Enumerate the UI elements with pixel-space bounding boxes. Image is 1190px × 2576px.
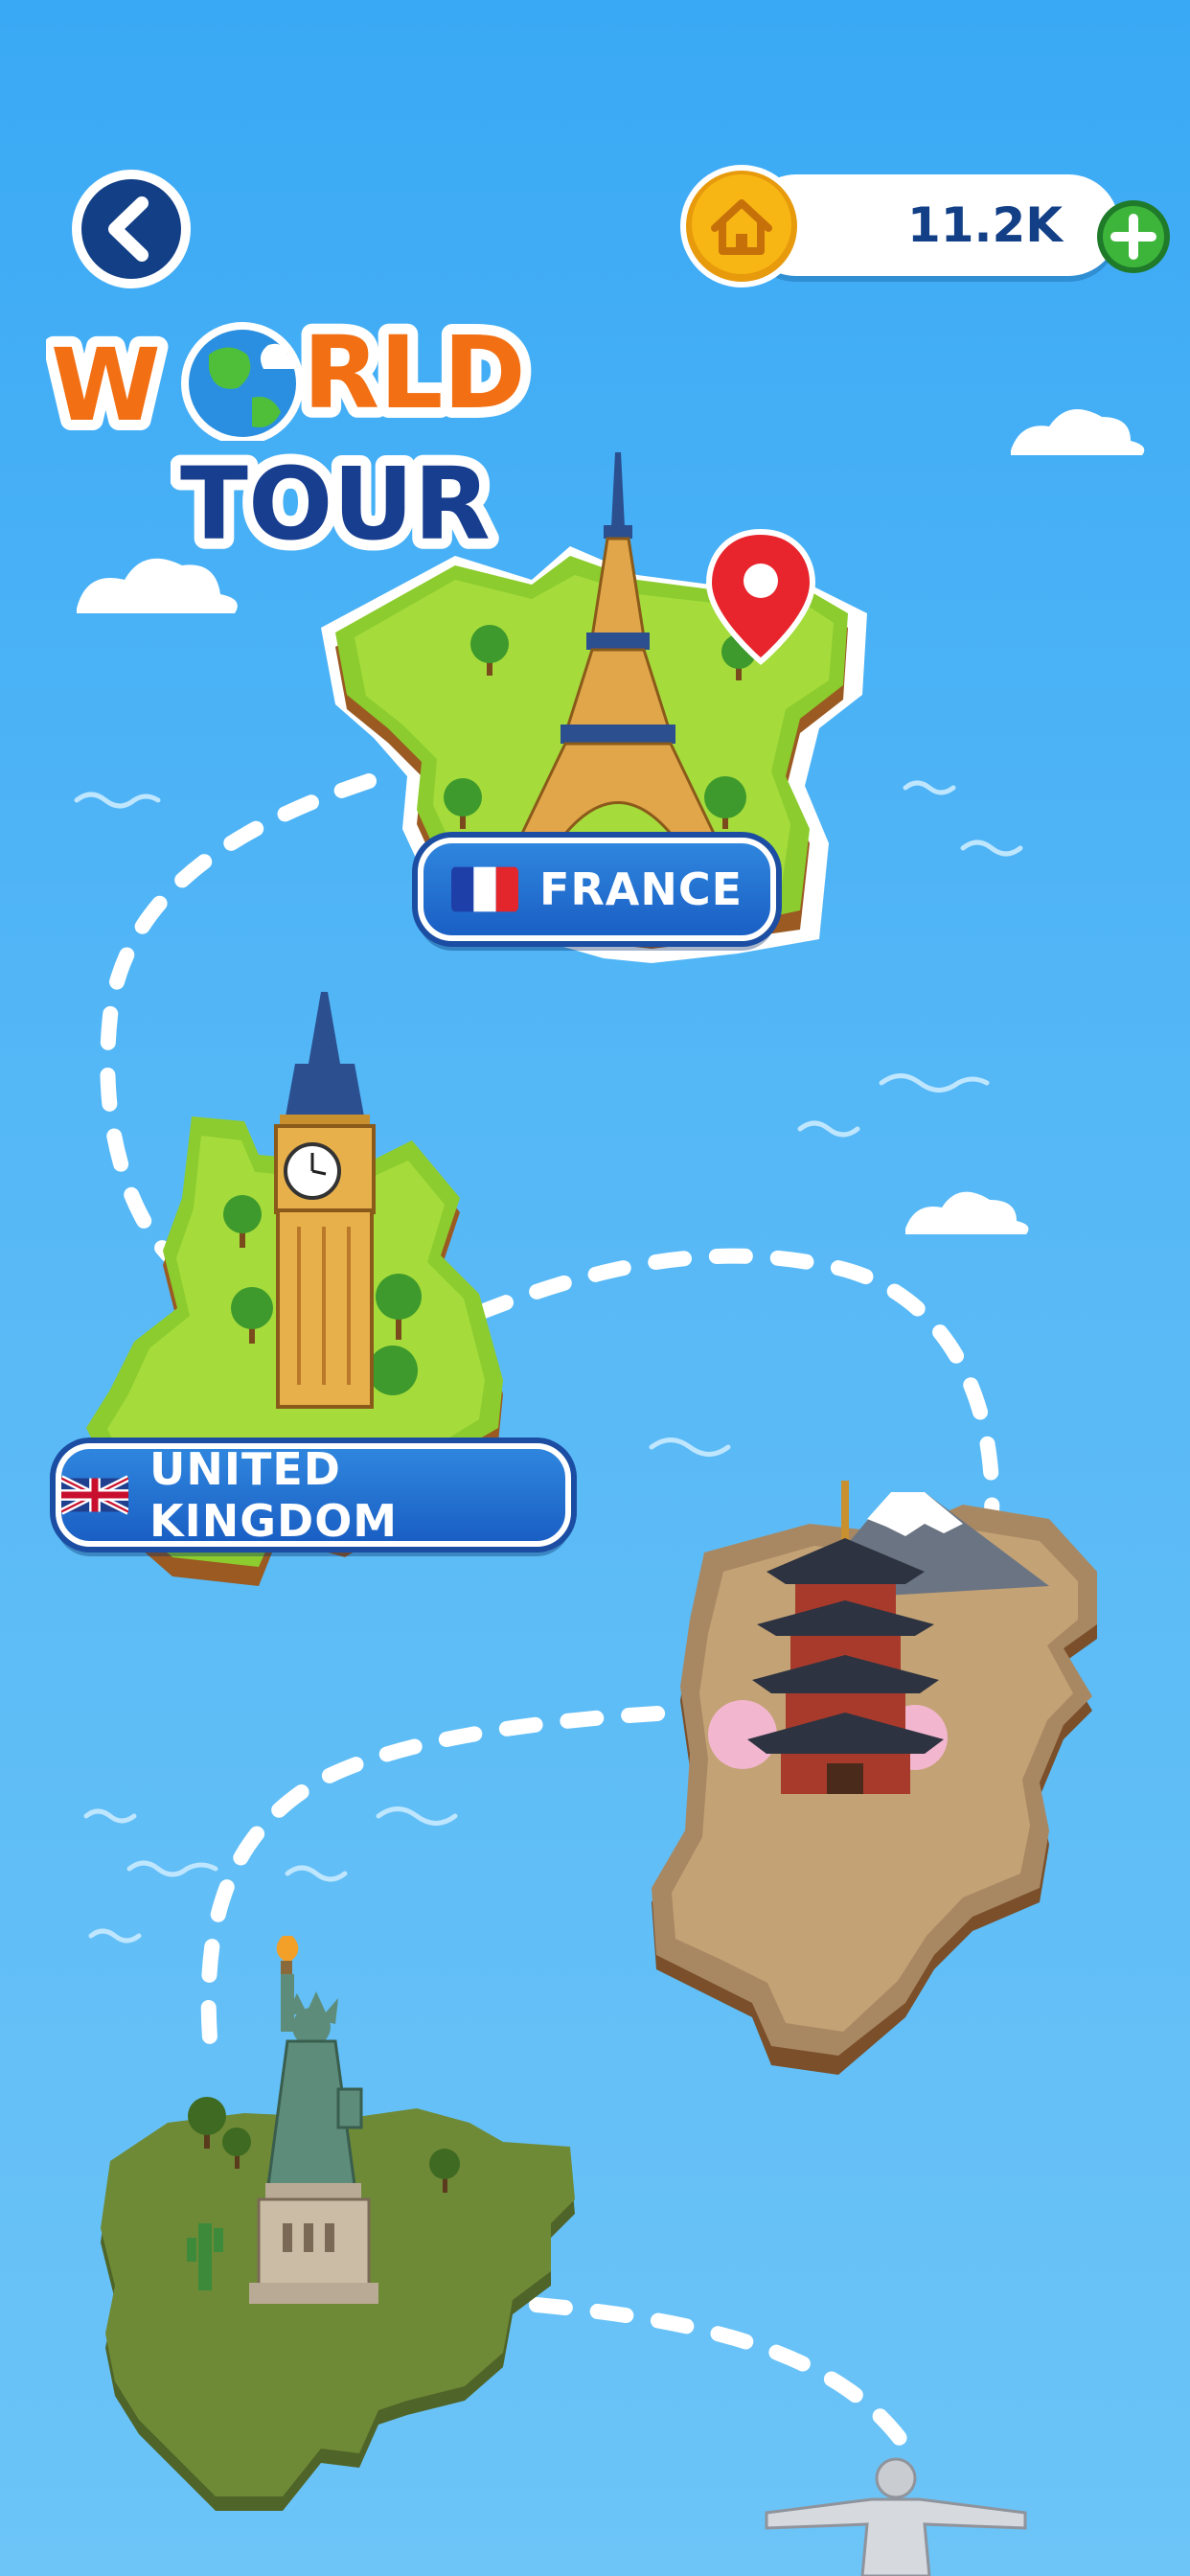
title-letter-w-fill: W (51, 327, 161, 441)
usa-island[interactable] (101, 1936, 580, 2549)
country-name-france: FRANCE (538, 863, 744, 915)
flag-france-icon (450, 866, 518, 912)
world-tour-title: W W RLD RLD TOUR TOUR (46, 288, 544, 604)
title-line-world: W W RLD RLD (46, 307, 537, 441)
title-letters-rld: RLD (303, 314, 526, 431)
country-name-uk: UNITED KINGDOM (149, 1443, 399, 1547)
japan-island[interactable] (647, 1481, 1107, 2094)
brazil-landmark[interactable] (757, 2453, 1035, 2576)
back-button[interactable] (67, 165, 195, 293)
currency-counter: 11.2K (678, 163, 1170, 289)
flag-uk-icon (61, 1475, 128, 1515)
title-tour: TOUR (180, 446, 491, 563)
plus-icon (1097, 200, 1170, 273)
title-line-tour: TOUR TOUR (171, 435, 501, 565)
currency-value: 11.2K (906, 197, 1064, 253)
country-label-france[interactable]: FRANCE (418, 838, 776, 941)
add-currency-button[interactable] (1094, 197, 1173, 276)
chevron-left-icon (72, 170, 191, 288)
country-label-uk[interactable]: UNITED KINGDOM (56, 1443, 571, 1547)
home-coin-icon (678, 163, 805, 289)
globe-icon (181, 322, 304, 441)
